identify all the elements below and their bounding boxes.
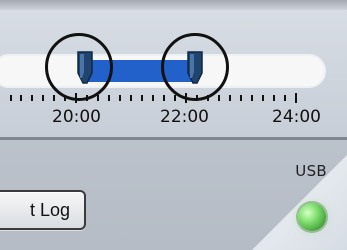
minor-tick [229, 95, 231, 101]
timeline-panel: 20:00 22:00 24:00 [0, 0, 347, 140]
log-button[interactable]: t Log [0, 190, 86, 230]
minor-tick [174, 95, 176, 101]
timeline-panel-shadow [0, 0, 347, 10]
right-handle-icon [187, 51, 203, 84]
left-range-handle[interactable] [76, 50, 94, 85]
minor-tick [152, 95, 154, 101]
left-handle-icon [77, 51, 93, 84]
minor-tick [163, 95, 165, 101]
minor-tick [141, 95, 143, 101]
usb-label: USB [295, 162, 327, 180]
minor-tick [240, 95, 242, 101]
time-label-22: 22:00 [160, 107, 209, 127]
minor-tick [10, 95, 12, 101]
time-label-24: 24:00 [272, 107, 321, 127]
minor-tick [284, 95, 286, 101]
minor-tick [31, 95, 33, 101]
minor-tick [42, 95, 44, 101]
minor-tick [119, 95, 121, 101]
right-range-handle[interactable] [186, 50, 204, 85]
minor-tick [273, 95, 275, 101]
minor-tick [108, 95, 110, 101]
minor-tick [86, 95, 88, 101]
major-tick [295, 93, 297, 103]
minor-tick [64, 95, 66, 101]
minor-tick [196, 95, 198, 101]
minor-tick [97, 95, 99, 101]
time-ticks [0, 93, 347, 105]
minor-tick [53, 95, 55, 101]
major-tick [185, 93, 187, 103]
minor-tick [130, 95, 132, 101]
major-tick [75, 93, 77, 103]
time-label-20: 20:00 [52, 107, 101, 127]
usb-status-led [298, 203, 326, 231]
minor-tick [262, 95, 264, 101]
minor-tick [20, 95, 22, 101]
minor-tick [218, 95, 220, 101]
minor-tick [207, 95, 209, 101]
minor-tick [251, 95, 253, 101]
